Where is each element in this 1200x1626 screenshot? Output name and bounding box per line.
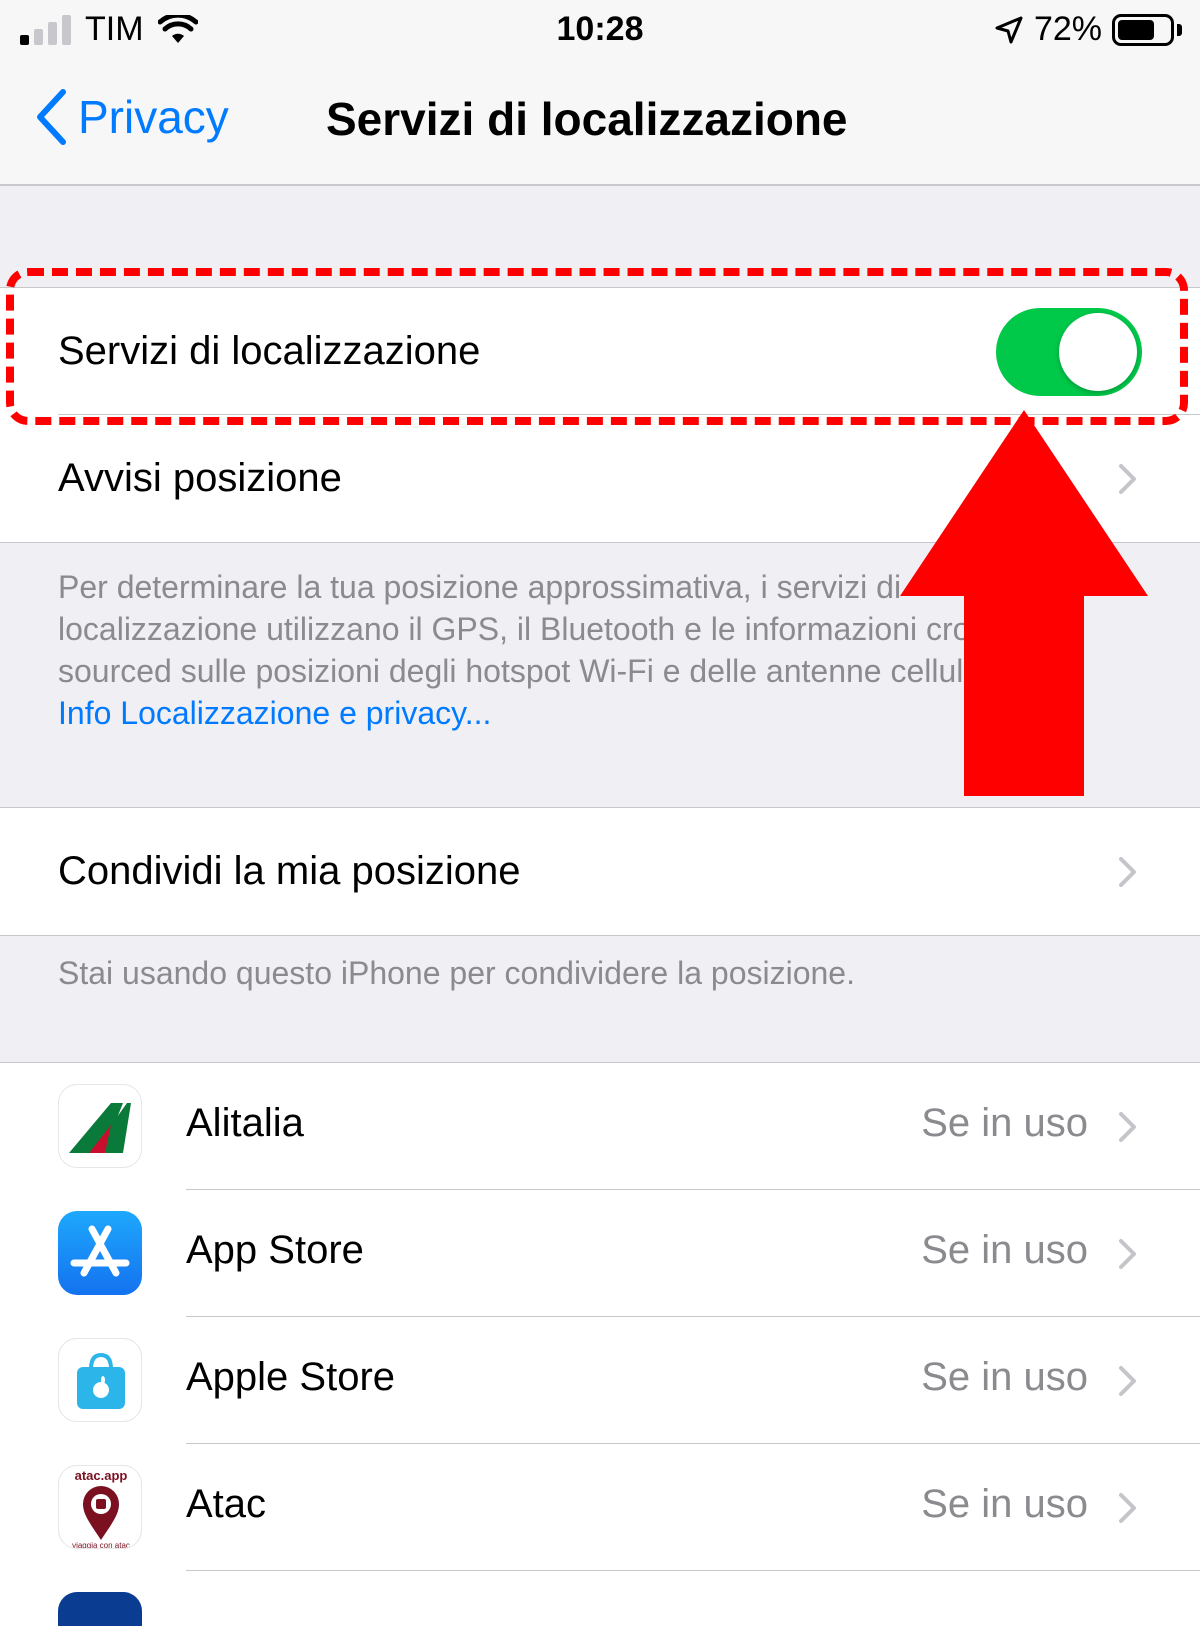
battery-nub xyxy=(1177,23,1182,36)
list-item-app-store[interactable]: App Store Se in uso xyxy=(0,1190,1200,1317)
location-services-label: Servizi di localizzazione xyxy=(58,329,481,373)
apple-store-icon xyxy=(58,1338,142,1422)
atac-icon: atac.app viaggia con atac xyxy=(58,1465,142,1549)
permission-value: Se in uso xyxy=(921,1482,1088,1526)
bank-app-icon xyxy=(58,1592,142,1626)
list-item-alitalia[interactable]: Alitalia Se in uso xyxy=(0,1063,1200,1190)
status-right: 72% xyxy=(994,10,1182,49)
location-arrow-icon xyxy=(995,16,1023,43)
location-services-toggle[interactable] xyxy=(996,307,1142,396)
battery-percent: 72% xyxy=(1033,10,1102,48)
battery-icon xyxy=(1112,13,1174,46)
app-name: App Store xyxy=(186,1228,364,1272)
atac-icon-text-top: atac.app xyxy=(75,1468,128,1483)
description-text: Per determinare la tua posizione appross… xyxy=(58,569,1022,689)
location-description: Per determinare la tua posizione appross… xyxy=(58,566,1058,734)
share-footer: Stai usando questo iPhone per condivider… xyxy=(58,955,855,991)
location-alerts-label: Avvisi posizione xyxy=(58,456,342,500)
chevron-left-icon xyxy=(37,89,66,145)
share-location-group: Condividi la mia posizione xyxy=(0,807,1200,936)
permission-value: Se in uso xyxy=(921,1101,1088,1145)
share-location-row[interactable]: Condividi la mia posizione xyxy=(0,808,1200,935)
list-item-apple-store[interactable]: Apple Store Se in uso xyxy=(0,1317,1200,1444)
page-title: Servizi di localizzazione xyxy=(326,93,848,145)
alitalia-icon xyxy=(58,1084,142,1168)
app-name: Alitalia xyxy=(186,1101,304,1145)
chevron-right-icon xyxy=(1119,463,1136,494)
privacy-info-link[interactable]: Info Localizzazione e privacy... xyxy=(58,695,491,731)
chevron-right-icon xyxy=(1119,1238,1136,1269)
app-store-icon xyxy=(58,1211,142,1295)
list-item-partial[interactable] xyxy=(0,1571,1200,1626)
permission-value: Se in uso xyxy=(921,1355,1088,1399)
status-bar: TIM 10:28 72% xyxy=(0,0,1200,62)
app-name: Apple Store xyxy=(186,1355,396,1399)
chevron-right-icon xyxy=(1119,1365,1136,1396)
navigation-bar: Privacy Servizi di localizzazione xyxy=(0,62,1200,186)
toggle-knob xyxy=(1059,312,1137,391)
back-button-label: Privacy xyxy=(78,91,229,143)
location-settings-group: Servizi di localizzazione Avvisi posizio… xyxy=(0,287,1200,543)
chevron-right-icon xyxy=(1119,1111,1136,1142)
app-name: Atac xyxy=(186,1482,267,1526)
back-button[interactable]: Privacy xyxy=(34,88,229,146)
atac-icon-text-bottom: viaggia con atac xyxy=(72,1541,130,1549)
location-alerts-row[interactable]: Avvisi posizione xyxy=(0,415,1200,542)
apps-list: Alitalia Se in uso App Store Se in uso A… xyxy=(0,1062,1200,1626)
permission-value: Se in uso xyxy=(921,1228,1088,1272)
list-item-atac[interactable]: atac.app viaggia con atac Atac Se in uso xyxy=(0,1444,1200,1571)
chevron-right-icon xyxy=(1119,856,1136,887)
share-location-label: Condividi la mia posizione xyxy=(58,849,521,893)
chevron-right-icon xyxy=(1119,1492,1136,1523)
location-services-row: Servizi di localizzazione xyxy=(0,288,1200,415)
